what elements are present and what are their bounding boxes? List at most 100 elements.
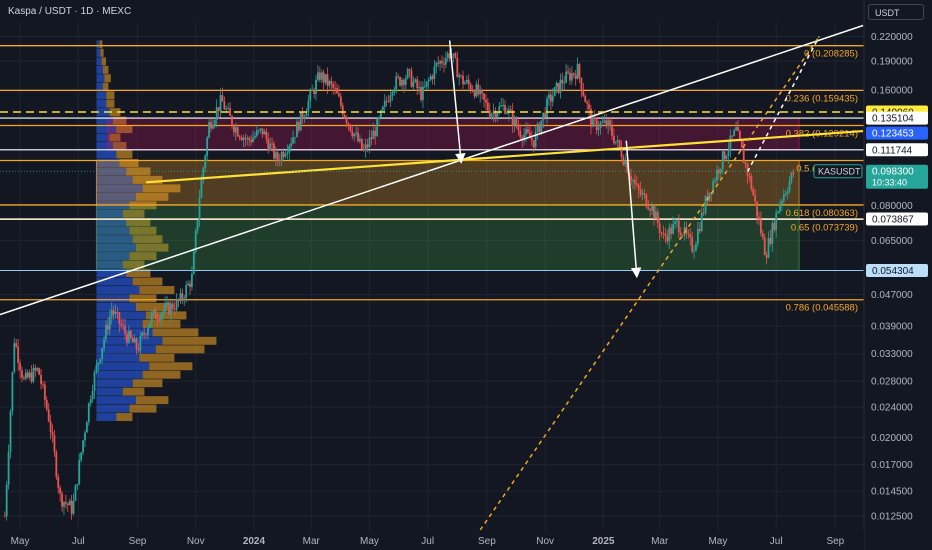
candle-body — [458, 75, 461, 78]
candle-body — [106, 324, 109, 330]
candle-body — [639, 189, 642, 195]
candle-body — [181, 293, 184, 299]
candle-body — [11, 372, 14, 412]
candle-body — [324, 74, 327, 83]
candle-body — [156, 319, 159, 320]
candle-body — [578, 64, 581, 78]
candle-body — [17, 346, 20, 363]
candle-body — [513, 117, 516, 126]
candle-body — [148, 322, 151, 328]
candle-body — [698, 229, 701, 232]
candle-body — [114, 311, 117, 315]
price-tick-label: 0.014500 — [871, 487, 913, 498]
price-tick-label: 0.024000 — [871, 402, 913, 413]
candle-body — [679, 232, 682, 236]
candle-body — [38, 368, 41, 375]
candle-body — [542, 112, 545, 121]
price-label-text: 0.135104 — [872, 114, 914, 125]
candle-body — [551, 96, 554, 102]
candle-body — [179, 293, 182, 302]
candle-body — [569, 72, 571, 81]
candle-body — [404, 78, 407, 85]
time-tick-label: Sep — [129, 536, 147, 547]
candle-body — [488, 110, 491, 117]
candle-body — [723, 151, 726, 160]
candle-body — [612, 135, 615, 144]
candle-body — [338, 93, 340, 97]
candle-body — [143, 332, 146, 335]
volume-profile-bar — [96, 65, 104, 74]
candle-body — [160, 314, 163, 321]
candle-body — [666, 236, 669, 242]
candle-body — [425, 81, 428, 87]
candle-body — [198, 197, 201, 220]
candle-body — [101, 348, 104, 360]
candle-body — [609, 120, 611, 127]
candle-body — [3, 516, 6, 517]
candle-body — [254, 135, 256, 138]
price-label-text: 0.123453 — [872, 129, 914, 140]
candle-body — [423, 86, 426, 88]
price-tick-label: 0.190000 — [871, 57, 913, 68]
candle-body — [51, 431, 54, 436]
volume-profile-bar — [139, 286, 175, 294]
candle-body — [696, 229, 699, 244]
candle-body — [359, 138, 361, 142]
candle-body — [183, 298, 186, 300]
candle-body — [656, 211, 659, 224]
candle-body — [727, 149, 730, 156]
candle-body — [502, 105, 505, 106]
volume-profile-bar — [96, 311, 146, 320]
volume-profile-bar — [96, 404, 130, 413]
volume-profile-bar — [96, 74, 105, 83]
volume-profile-bar — [129, 404, 157, 413]
time-axis: May Jul Sep Nov 2024 Mar May Jul Sep Nov 2025 Mar Ma… — [0, 530, 864, 550]
candle-body — [467, 79, 470, 85]
candle-body — [118, 312, 121, 324]
candle-body — [343, 114, 346, 118]
time-tick-label: Jul — [770, 536, 783, 547]
candle-body — [339, 96, 342, 106]
candle-body — [632, 180, 634, 182]
candle-body — [465, 79, 468, 83]
candle-body — [137, 349, 140, 351]
candle-body — [368, 137, 371, 148]
candle-body — [660, 232, 663, 234]
candle-body — [641, 193, 644, 195]
volume-profile-bar — [96, 277, 133, 286]
candle-body — [708, 192, 711, 201]
volume-profile-bar — [152, 328, 199, 337]
candle-body — [647, 206, 650, 210]
candle-body — [370, 137, 373, 140]
price-chart[interactable]: 0 (0.208285)0.236 (0.159435)0.382 (0.129… — [0, 0, 932, 550]
candle-body — [584, 95, 587, 103]
volume-profile-bar — [106, 99, 115, 108]
candle-body — [145, 334, 147, 336]
candle-body — [693, 250, 695, 252]
countdown-text: 10:33:40 — [872, 178, 907, 188]
candle-body — [418, 87, 421, 89]
candle-body — [55, 452, 58, 477]
candle-body — [769, 238, 772, 244]
candle-body — [158, 319, 161, 321]
candle-body — [777, 211, 779, 214]
candle-body — [509, 109, 512, 111]
candle-body — [674, 221, 676, 225]
candle-body — [219, 95, 222, 112]
candle-body — [124, 325, 126, 334]
candle-body — [593, 117, 596, 120]
candle-body — [456, 57, 459, 78]
candle-body — [171, 303, 174, 310]
candle-body — [469, 84, 472, 91]
candle-body — [702, 212, 705, 214]
candle-body — [517, 126, 520, 131]
volume-profile-bar — [136, 396, 169, 405]
candle-body — [383, 100, 386, 107]
candle-body — [433, 66, 436, 79]
currency-button[interactable]: USDT — [868, 4, 924, 20]
candle-body — [15, 343, 18, 347]
candle-body — [74, 485, 77, 501]
candle-body — [53, 435, 56, 453]
candle-body — [336, 88, 338, 94]
candle-body — [305, 112, 308, 117]
